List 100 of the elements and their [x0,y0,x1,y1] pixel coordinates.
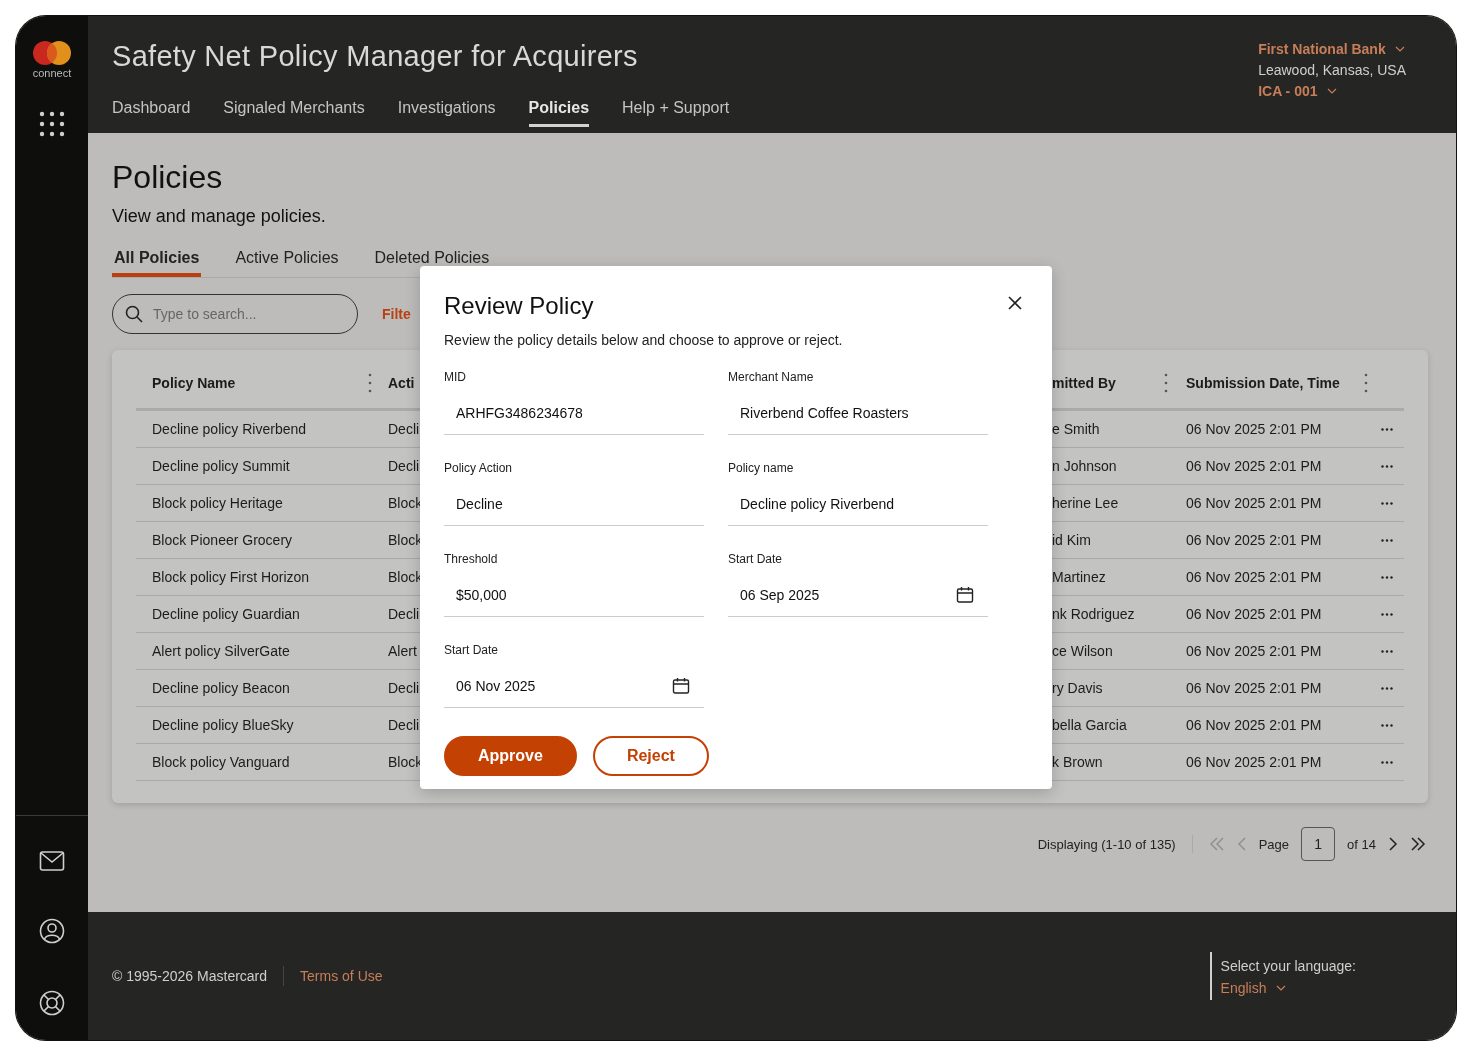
more-icon[interactable] [1381,538,1393,542]
table-cell: Alert policy SilverGate [152,643,290,659]
table-cell: 06 Nov 2025 2:01 PM [1186,421,1322,437]
nav-tab[interactable]: Investigations [397,99,496,127]
nav-tab[interactable]: Dashboard [112,99,191,127]
table-cell: Decline policy Riverbend [152,421,307,437]
mail-icon[interactable] [39,850,65,872]
table-cell: Block Pioneer Grocery [152,532,293,548]
last-page-icon[interactable] [1410,837,1426,851]
input-field[interactable]: Riverbend Coffee Roasters [728,392,988,435]
field-label: Threshold [444,552,499,566]
input-field[interactable]: 06 Sep 2025 [728,574,988,617]
page-subtitle: View and manage policies. [112,206,327,227]
table-cell: Decline policy BlueSky [152,717,294,733]
field-label: Start Date [444,643,500,657]
more-icon[interactable] [1381,575,1393,579]
policy-tab[interactable]: All Policies [112,249,202,277]
table-cell: 06 Nov 2025 2:01 PM [1186,643,1322,659]
field-label: MID [444,370,467,384]
table-cell: bella Garcia [1052,717,1127,733]
calendar-icon[interactable] [956,586,974,604]
support-icon[interactable] [39,990,65,1016]
nav-tab[interactable]: Signaled Merchants [223,99,365,127]
column-menu-icon[interactable] [1364,373,1368,393]
column-header: Submission Date, Time [1186,375,1340,391]
more-icon[interactable] [1381,723,1393,727]
more-icon[interactable] [1381,686,1393,690]
app-title: Safety Net Policy Manager for Acquirers [112,40,639,73]
close-icon[interactable] [1008,296,1022,310]
column-menu-icon[interactable] [368,373,372,393]
column-menu-icon[interactable] [1164,373,1168,393]
table-cell: id Kim [1052,532,1091,548]
table-cell: k Brown [1052,754,1103,770]
nav-tab[interactable]: Help + Support [622,99,730,127]
input-field[interactable]: Decline policy Riverbend [728,483,988,526]
table-cell: Block [388,495,423,511]
table-cell: 06 Nov 2025 2:01 PM [1186,680,1322,696]
table-cell: 06 Nov 2025 2:01 PM [1186,495,1322,511]
field-label: Start Date [728,552,784,566]
table-cell: Decline policy Guardian [152,606,300,622]
approve-button[interactable]: Approve [444,736,577,776]
user-icon[interactable] [39,918,65,944]
chevron-down-icon [1276,985,1287,991]
bank-selector[interactable]: First National Bank [1258,41,1406,57]
terms-link[interactable]: Terms of Use [300,968,383,984]
policy-tab[interactable]: Active Policies [233,249,341,277]
search-icon [125,305,143,323]
copyright-text: © 1995-2026 Mastercard [112,968,268,984]
field-label: Policy Action [444,461,514,475]
apps-grid-icon[interactable] [39,111,65,137]
page-title: Policies [112,159,224,196]
table-cell: 06 Nov 2025 2:01 PM [1186,458,1322,474]
more-icon[interactable] [1381,612,1393,616]
more-icon[interactable] [1381,649,1393,653]
dialog-title: Review Policy [444,292,594,320]
language-label: Select your language: [1220,958,1356,974]
table-cell: Decli [388,458,420,474]
table-cell: Martinez [1052,569,1106,585]
table-cell: e Smith [1052,421,1100,437]
field-label: Merchant Name [728,370,815,384]
column-header: mitted By [1052,375,1116,391]
table-cell: Block policy First Horizon [152,569,310,585]
chevron-down-icon [1394,46,1405,52]
table-cell: 06 Nov 2025 2:01 PM [1186,606,1322,622]
input-field[interactable]: $50,000 [444,574,704,617]
more-icon[interactable] [1381,501,1393,505]
table-cell: Block policy Vanguard [152,754,290,770]
table-cell: Decline policy Beacon [152,680,290,696]
input-field[interactable]: ARHFG3486234678 [444,392,704,435]
table-cell: 06 Nov 2025 2:01 PM [1186,532,1322,548]
page-number-field[interactable]: 1 [1301,827,1336,861]
table-cell: nk Rodriguez [1052,606,1135,622]
input-field[interactable]: Decline [444,483,704,526]
language-selector[interactable]: English [1220,980,1356,996]
input-field[interactable]: 06 Nov 2025 [444,665,704,708]
table-cell: herine Lee [1052,495,1119,511]
more-icon[interactable] [1381,760,1393,764]
table-cell: Block [388,532,423,548]
dialog-description: Review the policy details below and choose to approve or reject. [444,332,844,348]
search-field[interactable]: Type to search... [112,294,358,334]
field-label: Policy name [728,461,795,475]
more-icon[interactable] [1381,464,1393,468]
table-cell: n Johnson [1052,458,1117,474]
logo-icon [32,40,72,66]
more-icon[interactable] [1381,427,1393,431]
table-cell: Decli [388,680,420,696]
table-cell: 06 Nov 2025 2:01 PM [1186,717,1322,733]
next-page-icon[interactable] [1388,837,1398,851]
table-cell: Decli [388,717,420,733]
table-cell: Block [388,569,423,585]
page-label: Page [1258,836,1290,852]
bank-location: Leawood, Kansas, USA [1258,62,1406,78]
page-total: of 14 [1347,836,1376,852]
table-cell: Decli [388,421,420,437]
nav-tab[interactable]: Policies [528,99,590,127]
reject-button[interactable]: Reject [592,736,709,776]
table-cell: 06 Nov 2025 2:01 PM [1186,754,1322,770]
ica-selector[interactable]: ICA - 001 [1258,83,1406,99]
calendar-icon[interactable] [672,677,690,695]
table-cell: ry Davis [1052,680,1103,696]
